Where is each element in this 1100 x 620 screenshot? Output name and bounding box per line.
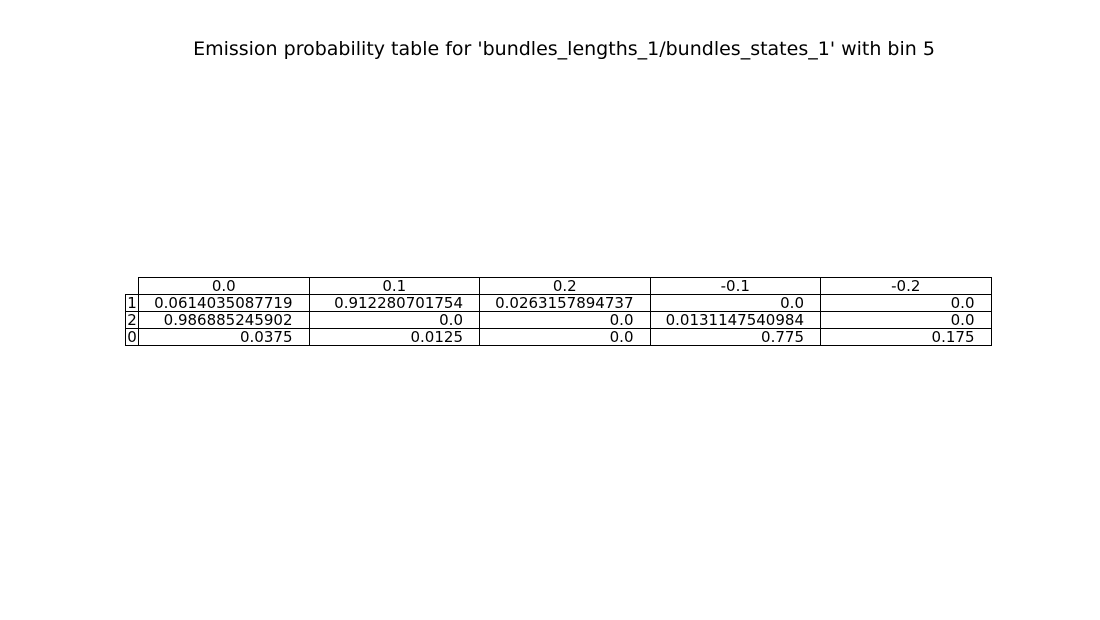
chart-title: Emission probability table for 'bundles_…	[193, 38, 935, 60]
row-header: 1	[125, 294, 139, 312]
table-header-row: 0.0 0.1 0.2 -0.1 -0.2	[126, 277, 992, 295]
column-header: 0.0	[138, 277, 310, 295]
figure: Emission probability table for 'bundles_…	[0, 0, 1100, 620]
table-cell: 0.0125	[308, 328, 480, 346]
table-corner	[126, 278, 139, 295]
column-header: -0.1	[649, 277, 821, 295]
row-header: 0	[125, 328, 139, 346]
table-row: 1 0.0614035087719 0.912280701754 0.02631…	[125, 294, 992, 312]
table-cell: 0.0131147540984	[649, 311, 821, 329]
column-header: 0.1	[308, 277, 480, 295]
table-cell: 0.912280701754	[308, 294, 480, 312]
table-cell: 0.0263157894737	[479, 294, 651, 312]
table-cell: 0.775	[649, 328, 821, 346]
table-cell: 0.0375	[138, 328, 310, 346]
table-row: 0 0.0375 0.0125 0.0 0.775 0.175	[125, 328, 992, 346]
table-cell: 0.0	[479, 311, 651, 329]
table-cell: 0.986885245902	[138, 311, 310, 329]
row-header: 2	[125, 311, 139, 329]
table-cell: 0.0	[820, 294, 992, 312]
table-cell: 0.0	[820, 311, 992, 329]
table-cell: 0.0	[479, 328, 651, 346]
table-cell: 0.0	[308, 311, 480, 329]
table-cell: 0.0614035087719	[138, 294, 310, 312]
column-header: -0.2	[820, 277, 992, 295]
column-header: 0.2	[479, 277, 651, 295]
table-cell: 0.175	[820, 328, 992, 346]
emission-probability-table: 0.0 0.1 0.2 -0.1 -0.2 1 0.0614035087719 …	[125, 277, 992, 346]
table-row: 2 0.986885245902 0.0 0.0 0.0131147540984…	[125, 311, 992, 329]
table-cell: 0.0	[649, 294, 821, 312]
